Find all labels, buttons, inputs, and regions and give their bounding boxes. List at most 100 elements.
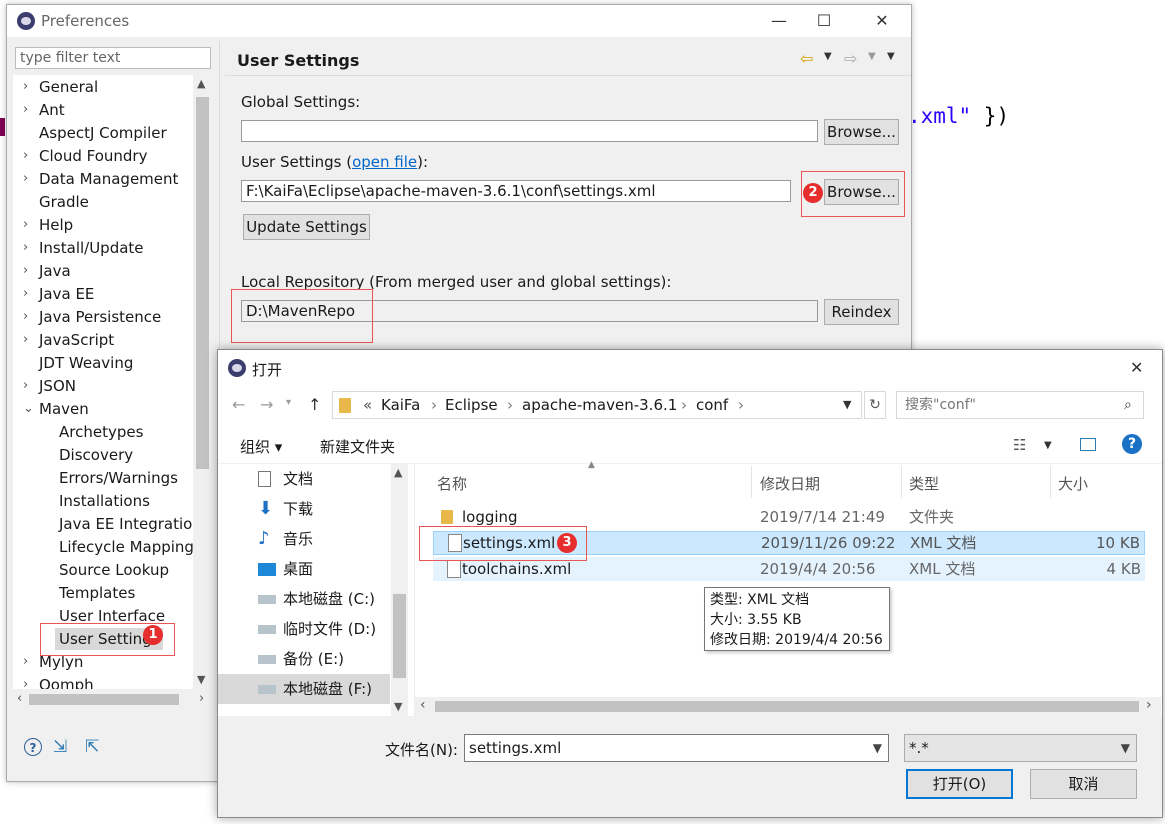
- breadcrumb-kaifa[interactable]: KaiFa: [381, 396, 420, 414]
- tree-item[interactable]: › Java Persistence: [13, 306, 193, 328]
- forward-dropdown-icon[interactable]: ▼: [868, 51, 876, 62]
- scroll-down-icon[interactable]: ▼: [197, 673, 205, 686]
- global-settings-field[interactable]: [241, 120, 818, 142]
- tree-item[interactable]: ⌄ Maven: [13, 398, 193, 420]
- breadcrumb-eclipse[interactable]: Eclipse: [445, 396, 498, 414]
- tree-hscrollbar[interactable]: ‹ ›: [13, 691, 211, 708]
- chevron-right-icon[interactable]: ›: [23, 283, 33, 305]
- minimize-button[interactable]: —: [759, 9, 799, 33]
- back-icon[interactable]: ←: [232, 395, 245, 414]
- dialog-close-button[interactable]: ✕: [1130, 358, 1143, 377]
- nav-documents[interactable]: 文档: [218, 464, 390, 494]
- user-settings-field[interactable]: F:\KaiFa\Eclipse\apache-maven-3.6.1\conf…: [241, 180, 791, 202]
- nav-drive-d[interactable]: 临时文件 (D:): [218, 614, 390, 644]
- open-file-link[interactable]: open file: [352, 153, 417, 171]
- chevron-right-icon[interactable]: ›: [23, 651, 33, 673]
- scroll-up-icon[interactable]: ▲: [197, 77, 205, 90]
- organize-menu[interactable]: 组织 ▾: [240, 436, 282, 457]
- column-name[interactable]: 名称: [437, 471, 467, 497]
- chevron-down-icon[interactable]: ⌄: [23, 398, 34, 420]
- nav-drive-e[interactable]: 备份 (E:): [218, 644, 390, 674]
- tree-item[interactable]: › Ant: [13, 99, 193, 121]
- maximize-button[interactable]: ☐: [804, 9, 844, 33]
- tree-item[interactable]: › Java EE: [13, 283, 193, 305]
- tree-vscrollbar[interactable]: ▲ ▼: [194, 75, 211, 689]
- breadcrumb-maven[interactable]: apache-maven-3.6.1: [522, 396, 677, 414]
- tree-item[interactable]: › Help: [13, 214, 193, 236]
- tree-item[interactable]: › Install/Update: [13, 237, 193, 259]
- refresh-icon[interactable]: ↻: [864, 391, 886, 419]
- up-icon[interactable]: ↑: [308, 395, 321, 414]
- chevron-right-icon[interactable]: ›: [23, 99, 33, 121]
- tree-item[interactable]: Lifecycle Mapping: [13, 536, 193, 558]
- address-bar[interactable]: « KaiFa › Eclipse › apache-maven-3.6.1 ›…: [332, 391, 862, 419]
- scroll-left-icon[interactable]: ‹: [420, 697, 426, 713]
- scroll-thumb[interactable]: [393, 594, 406, 678]
- tree-item[interactable]: › Java: [13, 260, 193, 282]
- tree-item[interactable]: Installations: [13, 490, 193, 512]
- import-icon[interactable]: ⇲: [53, 737, 67, 757]
- scroll-down-icon[interactable]: ▼: [394, 700, 402, 713]
- scroll-thumb-h[interactable]: [435, 701, 1139, 712]
- tree-item[interactable]: › Oomph: [13, 674, 193, 689]
- chevron-right-icon[interactable]: ›: [23, 145, 33, 167]
- scroll-left-icon[interactable]: ‹: [17, 691, 22, 706]
- scroll-up-icon[interactable]: ▲: [394, 466, 402, 479]
- filter-input[interactable]: [15, 47, 211, 69]
- nav-music[interactable]: ♪ 音乐: [218, 524, 390, 554]
- back-dropdown-icon[interactable]: ▼: [824, 51, 832, 62]
- tree-item[interactable]: JDT Weaving: [13, 352, 193, 374]
- tree-item[interactable]: Discovery: [13, 444, 193, 466]
- help-icon[interactable]: ?: [1122, 434, 1142, 454]
- update-settings-button[interactable]: Update Settings: [243, 214, 370, 240]
- view-options-icon[interactable]: ☷: [1013, 436, 1026, 454]
- back-arrow-icon[interactable]: ⇦: [800, 49, 813, 68]
- chevron-right-icon[interactable]: ›: [23, 168, 33, 190]
- tree-item[interactable]: Archetypes: [13, 421, 193, 443]
- tree-item[interactable]: Java EE Integration: [13, 513, 193, 535]
- tree-item[interactable]: Source Lookup: [13, 559, 193, 581]
- chevron-right-icon[interactable]: ›: [23, 674, 33, 689]
- breadcrumb-overflow[interactable]: «: [363, 396, 372, 414]
- column-size[interactable]: 大小: [1058, 471, 1088, 497]
- help-icon[interactable]: ?: [24, 738, 42, 756]
- chevron-down-icon[interactable]: ▼: [1121, 735, 1130, 761]
- nav-desktop[interactable]: 桌面: [218, 554, 390, 584]
- address-dropdown-icon[interactable]: ▼: [843, 398, 851, 411]
- scroll-thumb-h[interactable]: [29, 694, 179, 705]
- tree-item[interactable]: Gradle: [13, 191, 193, 213]
- preview-pane-icon[interactable]: [1080, 438, 1096, 451]
- tree-item[interactable]: Errors/Warnings: [13, 467, 193, 489]
- chevron-right-icon[interactable]: ›: [23, 306, 33, 328]
- export-icon[interactable]: ⇱: [85, 737, 99, 757]
- cancel-button[interactable]: 取消: [1030, 769, 1137, 799]
- new-folder-button[interactable]: 新建文件夹: [320, 436, 395, 457]
- close-button[interactable]: ✕: [862, 9, 902, 33]
- tree-item[interactable]: › Cloud Foundry: [13, 145, 193, 167]
- column-type[interactable]: 类型: [909, 471, 939, 497]
- scroll-right-icon[interactable]: ›: [199, 691, 204, 706]
- list-hscrollbar[interactable]: ‹ ›: [415, 697, 1161, 716]
- tree-item[interactable]: › Data Management: [13, 168, 193, 190]
- recent-dropdown-icon[interactable]: ▾: [286, 397, 291, 408]
- reindex-button[interactable]: Reindex: [824, 299, 899, 325]
- chevron-right-icon[interactable]: ›: [23, 76, 33, 98]
- nav-vscrollbar[interactable]: ▲ ▼: [391, 464, 408, 716]
- search-icon[interactable]: ⌕: [1124, 397, 1132, 413]
- chevron-right-icon[interactable]: ›: [23, 329, 33, 351]
- tree-item[interactable]: AspectJ Compiler: [13, 122, 193, 144]
- forward-arrow-icon[interactable]: ⇨: [844, 49, 857, 68]
- search-input[interactable]: 搜索"conf": [896, 391, 1144, 419]
- scroll-right-icon[interactable]: ›: [1146, 697, 1152, 713]
- file-type-filter[interactable]: *.* ▼: [904, 734, 1137, 762]
- chevron-right-icon[interactable]: ›: [23, 260, 33, 282]
- tree-item[interactable]: › General: [13, 76, 193, 98]
- chevron-down-icon[interactable]: ▼: [873, 735, 882, 761]
- tree-item[interactable]: Templates: [13, 582, 193, 604]
- chevron-right-icon[interactable]: ›: [23, 375, 33, 397]
- nav-drive-c[interactable]: 本地磁盘 (C:): [218, 584, 390, 614]
- column-modified[interactable]: 修改日期: [760, 471, 820, 497]
- tree-item[interactable]: › JavaScript: [13, 329, 193, 351]
- chevron-right-icon[interactable]: ›: [23, 214, 33, 236]
- chevron-right-icon[interactable]: ›: [23, 237, 33, 259]
